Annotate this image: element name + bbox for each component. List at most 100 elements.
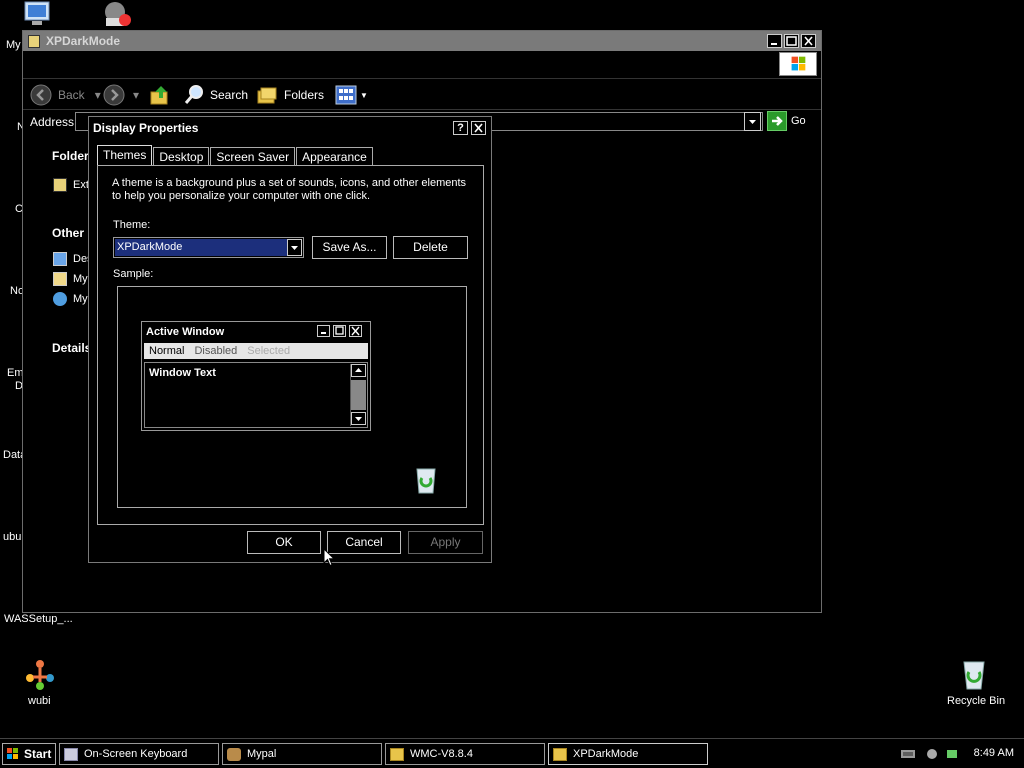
tab-appearance[interactable]: Appearance: [296, 147, 373, 166]
explorer-title: XPDarkMode: [46, 34, 121, 48]
help-button[interactable]: ?: [453, 121, 468, 135]
documents-icon: [53, 272, 67, 286]
recycle-bin-label[interactable]: Recycle Bin: [947, 695, 1005, 707]
recycle-bin-icon[interactable]: [956, 656, 992, 692]
folder-icon: [553, 747, 567, 761]
search-icon: [184, 85, 203, 104]
sidebar-details-heading: Details: [52, 341, 92, 355]
address-dropdown-button[interactable]: [744, 112, 761, 131]
explorer-titlebar[interactable]: XPDarkMode: [23, 31, 821, 51]
tab-themes[interactable]: Themes: [97, 145, 153, 166]
wubi-icon[interactable]: [22, 656, 58, 692]
close-icon: [804, 36, 813, 46]
wubi-label[interactable]: wubi: [28, 695, 51, 707]
desktop-label-my[interactable]: My: [6, 39, 21, 51]
search-button[interactable]: Search: [183, 84, 248, 106]
desktop-label-wassetup[interactable]: WASSetup_...: [4, 613, 73, 625]
keyboard-tray-icon[interactable]: [900, 748, 916, 760]
sidebar-other-heading: Other l: [52, 226, 91, 240]
theme-description: A theme is a background plus a set of so…: [112, 177, 467, 202]
address-label: Address: [30, 115, 75, 129]
folders-button[interactable]: Folders: [256, 84, 324, 106]
sample-preview: Active Window Normal Disabled Selected W…: [117, 286, 467, 508]
sample-active-window: Active Window Normal Disabled Selected W…: [141, 321, 371, 431]
mouse-cursor-icon: [323, 548, 335, 567]
tab-desktop[interactable]: Desktop: [153, 147, 210, 166]
sidebar-other-item-my-network[interactable]: My: [53, 292, 88, 306]
forward-button[interactable]: ▾: [103, 84, 139, 106]
back-button[interactable]: Back ▾: [30, 84, 101, 106]
start-label: Start: [24, 747, 52, 761]
windows-logo-icon: [779, 52, 817, 76]
sidebar-folder-heading: Folder: [52, 149, 89, 163]
views-button[interactable]: ▼: [335, 84, 368, 106]
back-arrow-icon: [30, 84, 52, 106]
network-places-icon: [53, 292, 67, 306]
dialog-close-button[interactable]: [471, 121, 486, 135]
menu-bar: [23, 51, 821, 77]
taskbar-button-label: XPDarkMode: [573, 748, 639, 760]
search-label: Search: [210, 88, 249, 102]
go-arrow-icon: [772, 116, 783, 126]
apply-button[interactable]: Apply: [408, 531, 483, 554]
safely-remove-hardware-icon[interactable]: [944, 746, 960, 762]
folder-icon: [390, 747, 404, 761]
sidebar-other-item-label: My: [73, 273, 88, 285]
close-button[interactable]: [801, 34, 816, 48]
sample-window-title: Active Window: [146, 326, 225, 338]
taskbar-button-label: Mypal: [247, 748, 277, 760]
sidebar-other-item-my-documents[interactable]: My: [53, 272, 88, 286]
themes-panel: A theme is a background plus a set of so…: [97, 165, 484, 525]
delete-button[interactable]: Delete: [393, 236, 468, 259]
sample-recycle-bin-icon: [416, 468, 436, 494]
sample-menu-normal: Normal: [149, 345, 185, 357]
maximize-button[interactable]: [784, 34, 799, 48]
network-tray-icon[interactable]: [926, 746, 942, 762]
sample-window-body: Window Text: [144, 362, 368, 428]
go-label[interactable]: Go: [791, 115, 806, 127]
network-icon[interactable]: [100, 0, 134, 30]
close-icon: [474, 123, 483, 133]
scroll-thumb: [351, 380, 366, 410]
display-properties-dialog[interactable]: Display Properties ? Themes Desktop Scre…: [88, 116, 492, 563]
taskbar-button-wmc[interactable]: WMC-V8.8.4: [385, 743, 545, 765]
save-as-button[interactable]: Save As...: [312, 236, 387, 259]
taskbar: Start On-Screen Keyboard Mypal WMC-V8.8.…: [0, 738, 1024, 768]
mypal-icon: [227, 747, 241, 761]
minimize-icon: [771, 43, 777, 45]
sidebar-folder-item[interactable]: Ext: [53, 178, 89, 192]
theme-dropdown-button[interactable]: [287, 239, 302, 256]
up-folder-icon[interactable]: [149, 84, 171, 106]
my-computer-icon[interactable]: [22, 0, 56, 30]
maximize-icon: [786, 36, 797, 46]
chevron-down-icon: [749, 120, 756, 124]
tab-screen-saver[interactable]: Screen Saver: [210, 147, 296, 166]
sample-close-icon: [349, 325, 362, 337]
theme-select[interactable]: XPDarkMode: [113, 237, 304, 258]
chevron-down-icon: ▼: [360, 90, 368, 100]
sidebar-other-item-desktop[interactable]: Des: [53, 252, 93, 266]
taskbar-button-label: On-Screen Keyboard: [84, 748, 188, 760]
go-button[interactable]: [767, 111, 787, 131]
windows-logo-icon: [7, 748, 18, 759]
sample-menu-selected: Selected: [247, 345, 291, 357]
back-label: Back: [58, 88, 85, 102]
start-button[interactable]: Start: [2, 743, 56, 765]
dialog-title: Display Properties: [93, 121, 199, 135]
scroll-up-icon: [351, 364, 366, 377]
minimize-button[interactable]: [767, 34, 782, 48]
clock[interactable]: 8:49 AM: [974, 747, 1014, 759]
taskbar-button-xpdarkmode[interactable]: XPDarkMode: [548, 743, 708, 765]
forward-arrow-icon: [103, 84, 125, 106]
folder-icon: [53, 178, 67, 192]
taskbar-button-on-screen-keyboard[interactable]: On-Screen Keyboard: [59, 743, 219, 765]
ok-button[interactable]: OK: [247, 531, 321, 554]
cancel-button[interactable]: Cancel: [327, 531, 401, 554]
explorer-toolbar: Back ▾ ▾ Search Folders ▼: [23, 78, 821, 108]
sample-minimize-icon: [317, 325, 330, 337]
desktop-icon: [53, 252, 67, 266]
scroll-down-icon: [351, 412, 366, 425]
views-icon: [335, 85, 357, 105]
taskbar-button-mypal[interactable]: Mypal: [222, 743, 382, 765]
sample-window-text: Window Text: [149, 367, 216, 379]
